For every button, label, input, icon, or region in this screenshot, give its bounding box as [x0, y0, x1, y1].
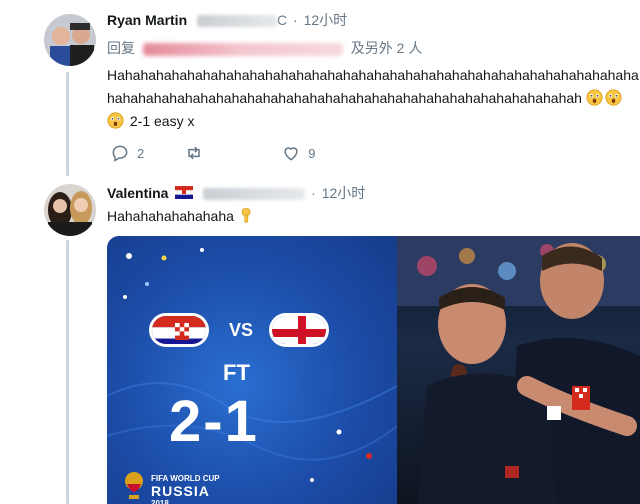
- england-flag: [269, 313, 329, 347]
- tweet-header: Ryan Martin C · 12小时: [107, 10, 640, 30]
- croatia-flag: [149, 313, 209, 347]
- reply-count: 2: [137, 145, 145, 161]
- avatar-image: [44, 14, 96, 66]
- media-card[interactable]: VS FT 2-1 FIFA WORLD CUP RUSSIA 2018: [107, 236, 640, 504]
- tweet-actions: 2 9: [110, 143, 355, 163]
- tweet-text-main: Hahahahahahahaha: [107, 208, 234, 224]
- separator-dot: ·: [293, 12, 298, 28]
- separator-dot: ·: [311, 185, 316, 201]
- tweet[interactable]: Ryan Martin C · 12小时 回复 及另外 2 人 Hahahaha…: [107, 10, 640, 133]
- author-handle-redacted: [203, 188, 306, 201]
- full-time-label: FT: [223, 360, 250, 385]
- retweet-button[interactable]: [184, 143, 211, 163]
- astonished-face-emoji: [107, 112, 124, 129]
- thread-line: [66, 240, 69, 504]
- players-celebrating-photo: [397, 236, 640, 504]
- score-graphic: VS FT 2-1 FIFA WORLD CUP RUSSIA 2018: [107, 236, 397, 504]
- tweet-text: Hahahahahahahaha: [107, 205, 640, 228]
- astonished-face-emoji: [605, 89, 622, 106]
- author-handle-redacted: [197, 15, 278, 28]
- tweet-text-tail: 2-1 easy x: [126, 113, 195, 129]
- author-handle-tail: C: [277, 12, 288, 28]
- tweet-text-main: Hahahahahahahahahahahahahahahahahahahaha…: [107, 67, 639, 106]
- heart-icon: [284, 147, 298, 161]
- like-button[interactable]: 9: [281, 143, 315, 163]
- tweet-header: Valentina · 12小时: [107, 183, 640, 203]
- avatar-image: [44, 184, 96, 236]
- tweet-text: Hahahahahahahahahahahahahahahahahahahaha…: [107, 64, 640, 133]
- reply-to-line: 回复 及另外 2 人: [107, 38, 640, 58]
- reply-handles-redacted[interactable]: [142, 42, 343, 56]
- reply-icon: [112, 145, 128, 162]
- decorative-stars: [107, 248, 397, 482]
- retweet-icon: [188, 146, 200, 160]
- final-score: 2-1: [169, 389, 259, 454]
- world-cup-trophy-icon: [125, 472, 143, 499]
- avatar[interactable]: [44, 14, 96, 66]
- world-cup-year: 2018: [151, 499, 169, 504]
- reply-prefix: 回复: [107, 40, 135, 56]
- croatia-flag-emoji: [175, 184, 194, 199]
- like-count: 9: [308, 145, 316, 161]
- world-cup-label: FIFA WORLD CUP: [151, 474, 220, 483]
- world-cup-host: RUSSIA: [151, 483, 210, 499]
- players-image: [397, 236, 640, 504]
- vs-label: VS: [229, 320, 254, 340]
- avatar[interactable]: [44, 184, 96, 236]
- tweet[interactable]: Valentina · 12小时 Hahahahahahahaha: [107, 183, 640, 228]
- pointing-down-emoji: [238, 207, 255, 224]
- thread-line: [66, 72, 69, 176]
- tweet-time[interactable]: 12小时: [322, 185, 366, 201]
- author-name[interactable]: Valentina: [107, 185, 168, 201]
- tweet-time[interactable]: 12小时: [304, 12, 348, 28]
- author-name[interactable]: Ryan Martin: [107, 12, 187, 28]
- astonished-face-emoji: [586, 89, 603, 106]
- reply-others[interactable]: 及另外 2 人: [351, 40, 423, 56]
- reply-button[interactable]: 2: [110, 143, 144, 163]
